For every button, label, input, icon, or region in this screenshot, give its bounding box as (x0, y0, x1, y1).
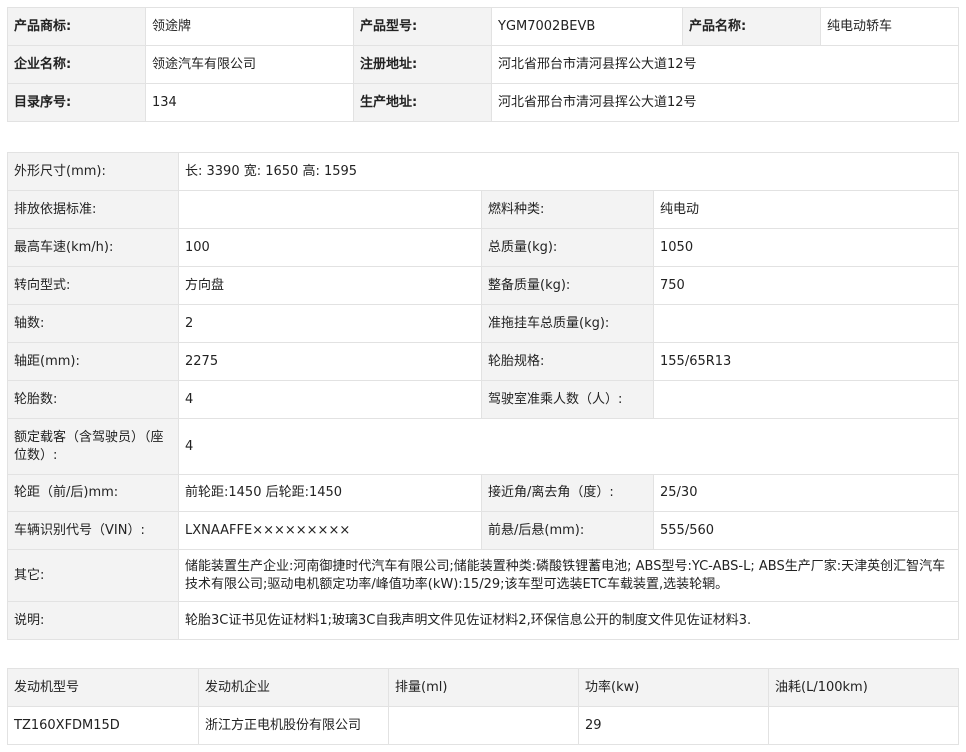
table-row: 外形尺寸(mm): 长: 3390 宽: 1650 高: 1595 (7, 152, 959, 191)
column-header-power: 功率(kw) (578, 668, 769, 707)
wheelbase-label: 轴距(mm): (7, 342, 179, 381)
notes-value: 轮胎3C证书见佐证材料1;玻璃3C自我声明文件见佐证材料2,环保信息公开的制度文… (178, 601, 959, 640)
catalog-number-label: 目录序号: (7, 83, 146, 122)
column-header-engine-model: 发动机型号 (7, 668, 199, 707)
other-label: 其它: (7, 549, 179, 602)
axle-count-value: 2 (178, 304, 482, 343)
table-row: 额定载客（含驾驶员）（座位数）: 4 (7, 418, 959, 475)
vin-label: 车辆识别代号（VIN）: (7, 511, 179, 550)
steering-type-label: 转向型式: (7, 266, 179, 305)
curb-mass-value: 750 (653, 266, 959, 305)
model-label: 产品型号: (353, 7, 492, 46)
table-row: 轮胎数: 4 驾驶室准乘人数（人）: (7, 380, 959, 419)
emission-standard-label: 排放依据标准: (7, 190, 179, 229)
overhang-label: 前悬/后悬(mm): (481, 511, 654, 550)
max-speed-value: 100 (178, 228, 482, 267)
table-row: 其它: 储能装置生产企业:河南御捷时代汽车有限公司;储能装置种类:磷酸铁锂蓄电池… (7, 549, 959, 602)
engine-table: 发动机型号 发动机企业 排量(ml) 功率(kw) 油耗(L/100km) TZ… (7, 668, 959, 745)
total-mass-value: 1050 (653, 228, 959, 267)
table-row: 车辆识别代号（VIN）: LXNAAFFE××××××××× 前悬/后悬(mm)… (7, 511, 959, 550)
brand-value: 领途牌 (145, 7, 354, 46)
steering-type-value: 方向盘 (178, 266, 482, 305)
tire-spec-label: 轮胎规格: (481, 342, 654, 381)
column-header-engine-company: 发动机企业 (198, 668, 389, 707)
rated-seats-label: 额定载客（含驾驶员）（座位数）: (7, 418, 179, 475)
table-row: 目录序号: 134 生产地址: 河北省邢台市清河县挥公大道12号 (7, 83, 959, 122)
product-name-value: 纯电动轿车 (820, 7, 959, 46)
registered-address-label: 注册地址: (353, 45, 492, 84)
brand-label: 产品商标: (7, 7, 146, 46)
cab-capacity-label: 驾驶室准乘人数（人）: (481, 380, 654, 419)
vin-value: LXNAAFFE××××××××× (178, 511, 482, 550)
emission-standard-value (178, 190, 482, 229)
approach-departure-angle-label: 接近角/离去角（度）: (481, 474, 654, 512)
specs-table: 外形尺寸(mm): 长: 3390 宽: 1650 高: 1595 排放依据标准… (7, 152, 959, 640)
basic-info-table: 产品商标: 领途牌 产品型号: YGM7002BEVB 产品名称: 纯电动轿车 … (7, 7, 959, 122)
company-label: 企业名称: (7, 45, 146, 84)
production-address-value: 河北省邢台市清河县挥公大道12号 (491, 83, 959, 122)
engine-company-cell: 浙江方正电机股份有限公司 (198, 706, 389, 745)
track-width-value: 前轮距:1450 后轮距:1450 (178, 474, 482, 512)
tire-spec-value: 155/65R13 (653, 342, 959, 381)
registered-address-value: 河北省邢台市清河县挥公大道12号 (491, 45, 959, 84)
displacement-cell (388, 706, 579, 745)
table-row: 说明: 轮胎3C证书见佐证材料1;玻璃3C自我声明文件见佐证材料2,环保信息公开… (7, 601, 959, 640)
catalog-number-value: 134 (145, 83, 354, 122)
dimensions-value: 长: 3390 宽: 1650 高: 1595 (178, 152, 959, 191)
axle-count-label: 轴数: (7, 304, 179, 343)
fuel-type-label: 燃料种类: (481, 190, 654, 229)
notes-label: 说明: (7, 601, 179, 640)
table-row: TZ160XFDM15D 浙江方正电机股份有限公司 29 (7, 706, 959, 745)
curb-mass-label: 整备质量(kg): (481, 266, 654, 305)
cab-capacity-value (653, 380, 959, 419)
company-value: 领途汽车有限公司 (145, 45, 354, 84)
rated-seats-value: 4 (178, 418, 959, 475)
product-name-label: 产品名称: (682, 7, 821, 46)
fuel-consumption-cell (768, 706, 959, 745)
table-header-row: 发动机型号 发动机企业 排量(ml) 功率(kw) 油耗(L/100km) (7, 668, 959, 707)
column-header-displacement: 排量(ml) (388, 668, 579, 707)
model-value: YGM7002BEVB (491, 7, 683, 46)
tire-count-value: 4 (178, 380, 482, 419)
overhang-value: 555/560 (653, 511, 959, 550)
production-address-label: 生产地址: (353, 83, 492, 122)
table-row: 轴数: 2 准拖挂车总质量(kg): (7, 304, 959, 343)
fuel-type-value: 纯电动 (653, 190, 959, 229)
column-header-fuel-consumption: 油耗(L/100km) (768, 668, 959, 707)
dimensions-label: 外形尺寸(mm): (7, 152, 179, 191)
other-value: 储能装置生产企业:河南御捷时代汽车有限公司;储能装置种类:磷酸铁锂蓄电池; AB… (178, 549, 959, 602)
max-speed-label: 最高车速(km/h): (7, 228, 179, 267)
table-row: 轮距（前/后)mm: 前轮距:1450 后轮距:1450 接近角/离去角（度）:… (7, 474, 959, 512)
approach-departure-angle-value: 25/30 (653, 474, 959, 512)
trailer-mass-label: 准拖挂车总质量(kg): (481, 304, 654, 343)
table-row: 转向型式: 方向盘 整备质量(kg): 750 (7, 266, 959, 305)
trailer-mass-value (653, 304, 959, 343)
total-mass-label: 总质量(kg): (481, 228, 654, 267)
table-row: 最高车速(km/h): 100 总质量(kg): 1050 (7, 228, 959, 267)
wheelbase-value: 2275 (178, 342, 482, 381)
power-cell: 29 (578, 706, 769, 745)
track-width-label: 轮距（前/后)mm: (7, 474, 179, 512)
table-row: 企业名称: 领途汽车有限公司 注册地址: 河北省邢台市清河县挥公大道12号 (7, 45, 959, 84)
table-row: 排放依据标准: 燃料种类: 纯电动 (7, 190, 959, 229)
tire-count-label: 轮胎数: (7, 380, 179, 419)
engine-model-cell: TZ160XFDM15D (7, 706, 199, 745)
table-row: 产品商标: 领途牌 产品型号: YGM7002BEVB 产品名称: 纯电动轿车 (7, 7, 959, 46)
table-row: 轴距(mm): 2275 轮胎规格: 155/65R13 (7, 342, 959, 381)
